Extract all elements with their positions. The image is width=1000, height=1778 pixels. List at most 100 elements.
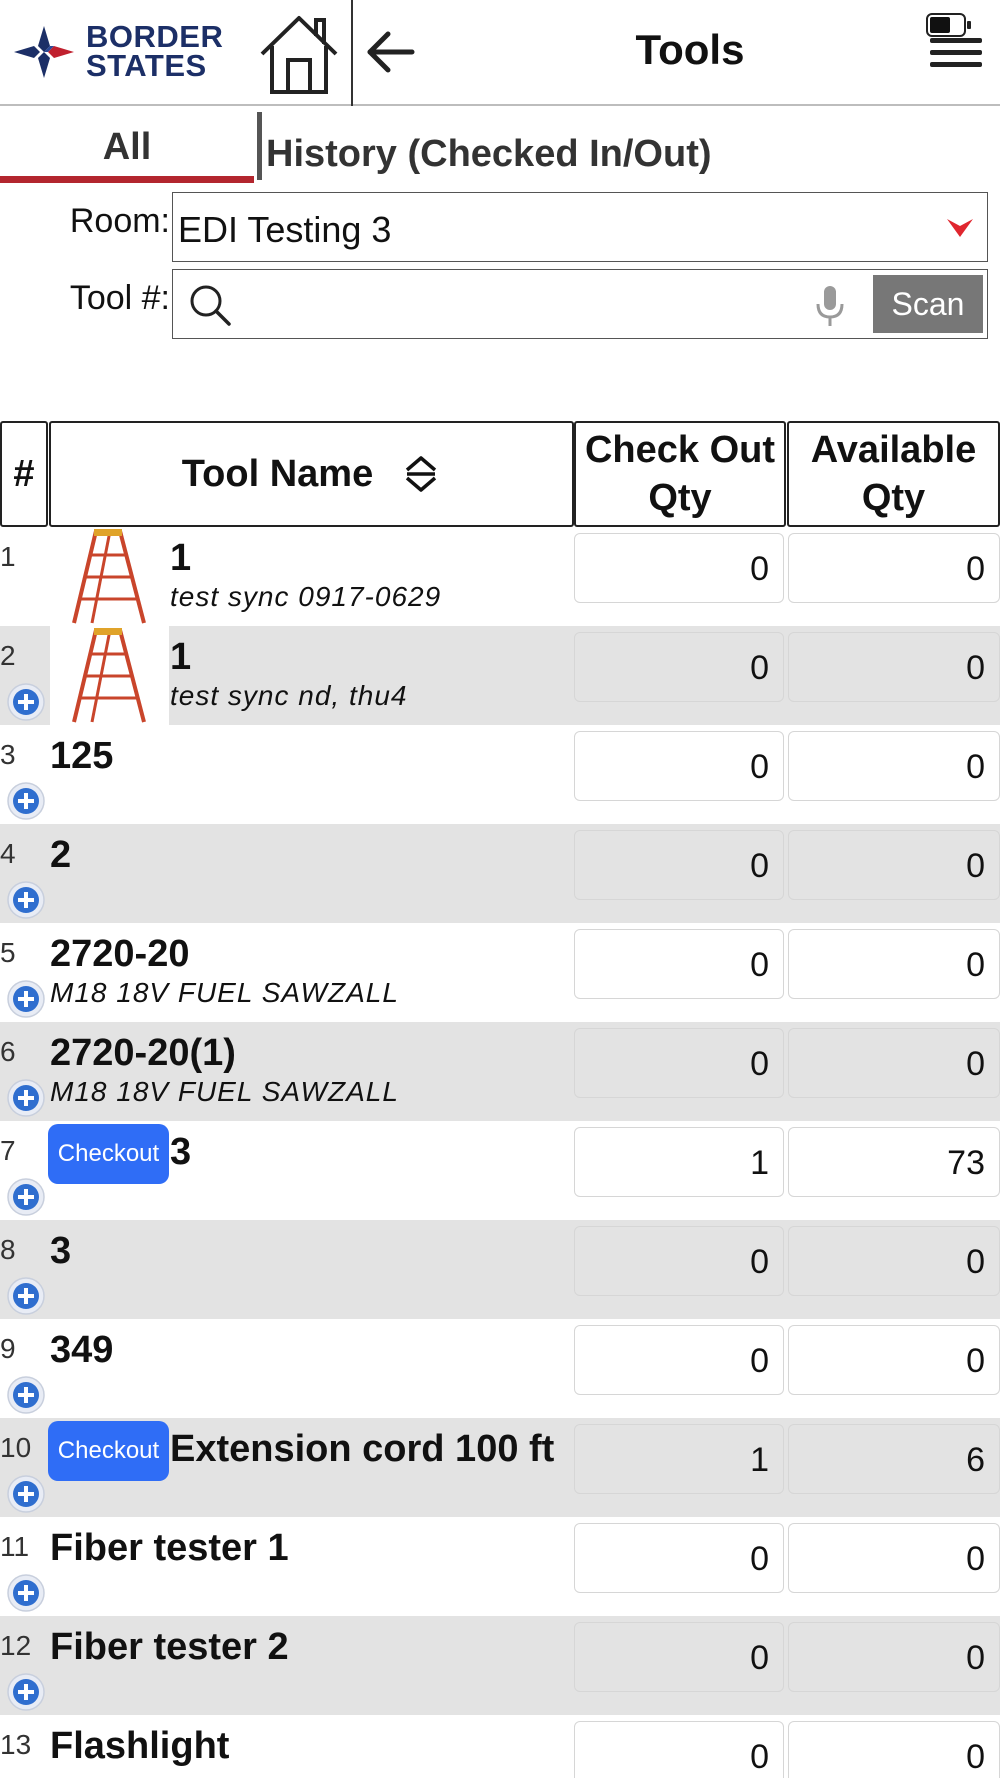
table-row[interactable]: 8 3 00 — [0, 1220, 1000, 1319]
column-header-available-qty: Available Qty — [787, 421, 1000, 527]
tab-history[interactable]: History (Checked In/Out) — [266, 108, 966, 184]
tool-name[interactable]: 3 — [50, 1230, 71, 1273]
add-button[interactable] — [6, 1177, 46, 1217]
tool-thumbnail[interactable] — [50, 626, 169, 725]
column-header-tool-name[interactable]: Tool Name — [49, 421, 574, 527]
check-out-qty-field[interactable]: 0 — [574, 731, 784, 801]
tool-description: M18 18V FUEL SAWZALL — [50, 977, 399, 1008]
tool-name[interactable]: 349 — [50, 1329, 113, 1372]
add-circle-icon — [7, 1574, 45, 1612]
add-button[interactable] — [6, 1573, 46, 1613]
page-title: Tools — [635, 26, 745, 73]
available-qty-field: 6 — [788, 1424, 1000, 1494]
table-row[interactable]: 9 349 0 0 — [0, 1319, 1000, 1418]
check-out-qty-field[interactable]: 0 — [574, 1226, 784, 1296]
menu-line — [930, 62, 982, 67]
border-states-logo[interactable]: BORDER STATES — [14, 20, 244, 82]
tool-description: test sync 0917-0629 — [170, 581, 442, 612]
table-row[interactable]: 10 Checkout Extension cord 100 ft 1 6 — [0, 1418, 1000, 1517]
table-row[interactable]: 6 2720-20(1) M18 18V FUEL SAWZALL 0 0 — [0, 1022, 1000, 1121]
logo-text: BORDER STATES — [86, 21, 223, 81]
available-qty-field: 0 — [788, 1028, 1000, 1098]
table-row[interactable]: 11 Fiber tester 1 00 — [0, 1517, 1000, 1616]
table-row[interactable]: 7 Checkout 3 1 73 — [0, 1121, 1000, 1220]
available-qty-field: 0 — [788, 1523, 1000, 1593]
check-out-qty-field[interactable]: 0 — [574, 1523, 784, 1593]
tool-name[interactable]: 2 — [50, 834, 71, 877]
add-circle-icon — [7, 683, 45, 721]
checkout-button[interactable]: Checkout — [48, 1124, 169, 1184]
row-number: 4 — [0, 838, 16, 869]
check-out-qty-field[interactable]: 0 — [574, 1622, 784, 1692]
add-circle-icon — [7, 1079, 45, 1117]
row-number: 10 — [0, 1432, 32, 1463]
tab-all[interactable]: All — [0, 108, 254, 184]
logo-star-icon — [14, 26, 74, 78]
add-circle-icon — [7, 1178, 45, 1216]
back-button[interactable] — [362, 24, 418, 80]
room-select[interactable]: EDI Testing 3 — [172, 192, 988, 262]
check-out-qty-field[interactable]: 0 — [574, 1028, 784, 1098]
hamburger-menu-button[interactable] — [928, 30, 986, 74]
row-number: 3 — [0, 739, 16, 770]
add-button[interactable] — [6, 1672, 46, 1712]
add-circle-icon — [7, 1673, 45, 1711]
row-number: 2 — [0, 640, 16, 671]
tool-name[interactable]: 1 — [170, 537, 191, 580]
add-button[interactable] — [6, 979, 46, 1019]
check-out-qty-field[interactable]: 0 — [574, 1325, 784, 1395]
tool-name[interactable]: 2720-20(1) — [50, 1032, 236, 1075]
add-button[interactable] — [6, 1078, 46, 1118]
add-button[interactable] — [6, 1276, 46, 1316]
table-row[interactable]: 12 Fiber tester 2 00 — [0, 1616, 1000, 1715]
tool-name[interactable]: Extension cord 100 ft — [170, 1428, 554, 1471]
tool-name[interactable]: 3 — [170, 1131, 191, 1174]
add-button[interactable] — [6, 781, 46, 821]
available-qty-field: 73 — [788, 1127, 1000, 1197]
check-out-qty-field[interactable]: 0 — [574, 533, 784, 603]
table-row[interactable]: 13 Flashlight 0 0 — [0, 1715, 1000, 1778]
add-button[interactable] — [6, 1375, 46, 1415]
tool-name[interactable]: Fiber tester 2 — [50, 1626, 289, 1669]
checkout-button[interactable]: Checkout — [48, 1421, 169, 1481]
check-out-qty-field[interactable]: 0 — [574, 632, 784, 702]
tool-name[interactable]: Flashlight — [50, 1725, 229, 1768]
check-out-qty-field[interactable]: 0 — [574, 929, 784, 999]
tool-thumbnail[interactable] — [50, 527, 169, 626]
available-qty-field: 0 — [788, 1226, 1000, 1296]
available-qty-field: 0 — [788, 632, 1000, 702]
available-qty-field: 0 — [788, 1622, 1000, 1692]
tool-name[interactable]: 125 — [50, 735, 113, 778]
check-out-qty-field[interactable]: 1 — [574, 1424, 784, 1494]
tools-screen: BORDER STATES Tools All History (Checked… — [0, 0, 1000, 1778]
column-header-check-out-qty: Check Out Qty — [574, 421, 786, 527]
table-row[interactable]: 4 2 00 — [0, 824, 1000, 923]
add-button[interactable] — [6, 880, 46, 920]
table-row[interactable]: 3 125 0 0 — [0, 725, 1000, 824]
tool-name[interactable]: 1 — [170, 636, 191, 679]
home-button[interactable] — [258, 10, 340, 94]
table-row[interactable]: 5 2720-20 M18 18V FUEL SAWZALL 0 0 — [0, 923, 1000, 1022]
check-out-qty-field[interactable]: 0 — [574, 830, 784, 900]
add-button[interactable] — [6, 1474, 46, 1514]
add-circle-icon — [7, 1376, 45, 1414]
scan-button[interactable]: Scan — [873, 275, 983, 333]
tool-search-input[interactable] — [237, 278, 981, 332]
available-qty-field: 0 — [788, 1325, 1000, 1395]
table-row[interactable]: 2 1 test sync nd, thu4 0 0 — [0, 626, 1000, 725]
chevron-down-icon — [947, 219, 973, 237]
row-number: 5 — [0, 937, 16, 968]
tool-name[interactable]: 2720-20 — [50, 933, 189, 976]
check-out-qty-field[interactable]: 0 — [574, 1721, 784, 1778]
tool-name[interactable]: Fiber tester 1 — [50, 1527, 289, 1570]
add-button[interactable] — [6, 682, 46, 722]
tool-description: M18 18V FUEL SAWZALL — [50, 1076, 399, 1107]
add-circle-icon — [7, 1277, 45, 1315]
sort-icon — [406, 456, 437, 492]
row-number: 13 — [0, 1729, 32, 1760]
check-out-qty-field[interactable]: 1 — [574, 1127, 784, 1197]
table-row[interactable]: 1 1 test sync 0917-0629 0 0 — [0, 527, 1000, 626]
microphone-icon[interactable] — [813, 284, 847, 328]
menu-line — [930, 50, 982, 55]
add-circle-icon — [7, 881, 45, 919]
